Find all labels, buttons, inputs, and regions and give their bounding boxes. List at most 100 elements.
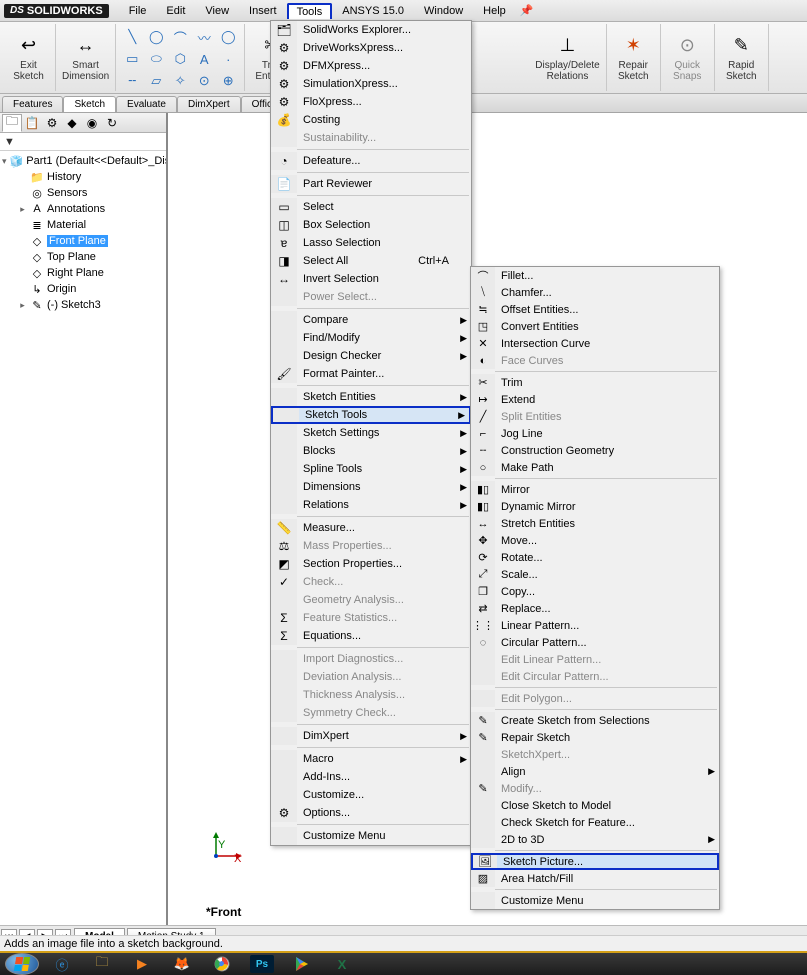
submenu-item-customize-menu[interactable]: Customize Menu <box>471 892 719 909</box>
point-tool-icon[interactable]: · <box>216 52 240 67</box>
polygon-tool-icon[interactable]: ⬡ <box>168 51 192 67</box>
menu-item-measure-[interactable]: 📏Measure... <box>271 519 471 537</box>
menu-item-dimxpert[interactable]: DimXpert▶ <box>271 727 471 745</box>
menu-item-sketch-entities[interactable]: Sketch Entities▶ <box>271 388 471 406</box>
smart-dimension-button[interactable]: ↔ Smart Dimension <box>56 24 116 91</box>
menu-item-design-checker[interactable]: Design Checker▶ <box>271 347 471 365</box>
menu-item-compare[interactable]: Compare▶ <box>271 311 471 329</box>
submenu-item-copy-[interactable]: ❐Copy... <box>471 583 719 600</box>
menu-item-floxpress-[interactable]: ⚙FloXpress... <box>271 93 471 111</box>
repair-sketch-button[interactable]: ✶ Repair Sketch <box>607 24 661 91</box>
menu-ansys[interactable]: ANSYS 15.0 <box>332 2 414 20</box>
taskbar-firefox-icon[interactable]: 🦊 <box>162 953 202 975</box>
line-tool-icon[interactable]: ╲ <box>120 29 144 45</box>
menu-item-select[interactable]: ▭Select <box>271 198 471 216</box>
submenu-item-make-path[interactable]: ○Make Path <box>471 459 719 476</box>
menu-tools[interactable]: Tools <box>287 3 333 19</box>
misc2-icon[interactable]: ⊙ <box>192 73 216 89</box>
menu-file[interactable]: File <box>119 2 157 20</box>
menu-item-solidworks-explorer-[interactable]: 🗂SolidWorks Explorer... <box>271 21 471 39</box>
tree-node--sketch3[interactable]: ▸✎(-) Sketch3 <box>0 297 166 313</box>
menu-item-box-selection[interactable]: ◫Box Selection <box>271 216 471 234</box>
taskbar-photoshop-icon[interactable]: Ps <box>250 955 274 973</box>
menu-item-driveworksxpress-[interactable]: ⚙DriveWorksXpress... <box>271 39 471 57</box>
submenu-item-extend[interactable]: ↦Extend <box>471 391 719 408</box>
submenu-item-convert-entities[interactable]: ◳Convert Entities <box>471 318 719 335</box>
menu-item-equations-[interactable]: ΣEquations... <box>271 627 471 645</box>
tab-evaluate[interactable]: Evaluate <box>116 96 177 112</box>
quick-snaps-button[interactable]: ⊙ Quick Snaps <box>661 24 715 91</box>
submenu-item-align[interactable]: Align▶ <box>471 763 719 780</box>
taskbar-play-icon[interactable] <box>282 953 322 975</box>
submenu-item-stretch-entities[interactable]: ↔Stretch Entities <box>471 515 719 532</box>
menu-item-sketch-settings[interactable]: Sketch Settings▶ <box>271 424 471 442</box>
display-tab-icon[interactable]: ◉ <box>82 114 102 132</box>
menu-item-costing[interactable]: 💰Costing <box>271 111 471 129</box>
submenu-item-close-sketch-to-model[interactable]: Close Sketch to Model <box>471 797 719 814</box>
pin-icon[interactable]: 📌 <box>520 4 534 17</box>
submenu-item-area-hatch-fill[interactable]: ▨Area Hatch/Fill <box>471 870 719 887</box>
submenu-item-rotate-[interactable]: ⟳Rotate... <box>471 549 719 566</box>
submenu-item-trim[interactable]: ✂Trim <box>471 374 719 391</box>
tree-node-top-plane[interactable]: ◇Top Plane <box>0 249 166 265</box>
tree-node-history[interactable]: 📁History <box>0 169 166 185</box>
menu-item-lasso-selection[interactable]: ɐLasso Selection <box>271 234 471 252</box>
rect-tool-icon[interactable]: ▭ <box>120 51 144 67</box>
menu-item-options-[interactable]: ⚙Options... <box>271 804 471 822</box>
submenu-item-sketch-picture-[interactable]: 🖼Sketch Picture... <box>471 853 719 870</box>
tab-sketch[interactable]: Sketch <box>63 96 116 112</box>
tree-node-sensors[interactable]: ◎Sensors <box>0 185 166 201</box>
ellipse-tool-icon[interactable]: ◯ <box>216 29 240 45</box>
submenu-item-intersection-curve[interactable]: ✕Intersection Curve <box>471 335 719 352</box>
config-tab-icon[interactable]: ⚙ <box>42 114 62 132</box>
taskbar-ie-icon[interactable]: ⓔ <box>42 953 82 975</box>
display-relations-button[interactable]: ⊥ Display/Delete Relations <box>529 24 606 91</box>
circle-tool-icon[interactable]: ◯ <box>144 29 168 45</box>
centerline-icon[interactable]: ╌ <box>120 73 144 89</box>
misc1-icon[interactable]: ✧ <box>168 73 192 89</box>
submenu-item-chamfer-[interactable]: ⧹Chamfer... <box>471 284 719 301</box>
tree-node-right-plane[interactable]: ◇Right Plane <box>0 265 166 281</box>
menu-item-dfmxpress-[interactable]: ⚙DFMXpress... <box>271 57 471 75</box>
menu-item-select-all[interactable]: ◨Select AllCtrl+A <box>271 252 471 270</box>
tab-dimxpert[interactable]: DimXpert <box>177 96 241 112</box>
exit-sketch-button[interactable]: ↩ Exit Sketch <box>2 24 56 91</box>
tree-node-front-plane[interactable]: ◇Front Plane <box>0 233 166 249</box>
feature-tree-tab-icon[interactable]: 🗀 <box>2 114 22 132</box>
menu-view[interactable]: View <box>195 2 239 20</box>
submenu-item-mirror[interactable]: ▮▯Mirror <box>471 481 719 498</box>
taskbar-media-icon[interactable]: ▶ <box>122 953 162 975</box>
menu-item-section-properties-[interactable]: ◩Section Properties... <box>271 555 471 573</box>
feature-filter[interactable]: ▼ <box>0 133 166 151</box>
menu-item-format-painter-[interactable]: 🖌Format Painter... <box>271 365 471 383</box>
submenu-item-circular-pattern-[interactable]: ◌Circular Pattern... <box>471 634 719 651</box>
taskbar-excel-icon[interactable]: X <box>322 953 362 975</box>
submenu-item-offset-entities-[interactable]: ≒Offset Entities... <box>471 301 719 318</box>
menu-item-customize-[interactable]: Customize... <box>271 786 471 804</box>
tree-node-annotations[interactable]: ▸AAnnotations <box>0 201 166 217</box>
menu-item-blocks[interactable]: Blocks▶ <box>271 442 471 460</box>
spline-tool-icon[interactable]: 〰 <box>192 28 216 47</box>
submenu-item-check-sketch-for-feature-[interactable]: Check Sketch for Feature... <box>471 814 719 831</box>
menu-insert[interactable]: Insert <box>239 2 287 20</box>
submenu-item-scale-[interactable]: ⤢Scale... <box>471 566 719 583</box>
expand-icon[interactable]: ▸ <box>18 300 27 311</box>
misc3-icon[interactable]: ⊕ <box>216 73 240 89</box>
menu-window[interactable]: Window <box>414 2 473 20</box>
submenu-item-replace-[interactable]: ⇄Replace... <box>471 600 719 617</box>
menu-item-find-modify[interactable]: Find/Modify▶ <box>271 329 471 347</box>
menu-item-simulationxpress-[interactable]: ⚙SimulationXpress... <box>271 75 471 93</box>
menu-item-part-reviewer[interactable]: 📄Part Reviewer <box>271 175 471 193</box>
menu-item-relations[interactable]: Relations▶ <box>271 496 471 514</box>
menu-edit[interactable]: Edit <box>156 2 195 20</box>
tree-node-material-not-specified-[interactable]: ≣Material <box>0 217 166 233</box>
expand-icon[interactable]: ▾ <box>2 156 7 167</box>
tree-root[interactable]: ▾ 🧊 Part1 (Default<<Default>_Disp <box>0 153 166 169</box>
rebuild-tab-icon[interactable]: ↻ <box>102 114 122 132</box>
menu-item-sketch-tools[interactable]: Sketch Tools▶ <box>271 406 471 424</box>
menu-item-dimensions[interactable]: Dimensions▶ <box>271 478 471 496</box>
arc-tool-icon[interactable]: ⌒ <box>168 28 192 47</box>
tab-features[interactable]: Features <box>2 96 63 112</box>
expand-icon[interactable]: ▸ <box>18 204 27 215</box>
submenu-item-linear-pattern-[interactable]: ⋮⋮Linear Pattern... <box>471 617 719 634</box>
